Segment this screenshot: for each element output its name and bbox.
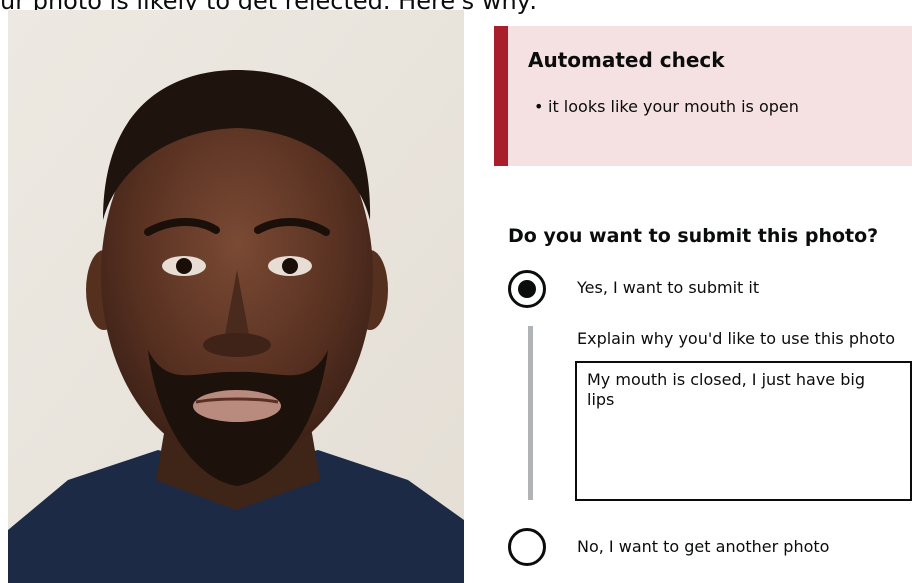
error-summary-title: Automated check <box>528 48 725 72</box>
question-legend: Do you want to submit this photo? <box>508 225 879 247</box>
explain-textarea[interactable]: My mouth is closed, I just have big lips <box>575 361 912 501</box>
conditional-reveal-bar <box>528 326 533 500</box>
explain-label: Explain why you'd like to use this photo <box>577 329 895 348</box>
passport-photo <box>8 10 464 583</box>
radio-label-yes[interactable]: Yes, I want to submit it <box>577 277 759 299</box>
bullet-icon: • <box>534 97 544 116</box>
radio-dot <box>518 280 536 298</box>
error-summary-item: • it looks like your mouth is open <box>534 96 799 118</box>
error-summary-item-text: it looks like your mouth is open <box>548 97 799 116</box>
radio-unselected-icon[interactable] <box>508 528 546 566</box>
radio-selected-icon[interactable] <box>508 270 546 308</box>
error-summary: Automated check • it looks like your mout… <box>494 26 912 166</box>
radio-label-no[interactable]: No, I want to get another photo <box>577 536 829 558</box>
